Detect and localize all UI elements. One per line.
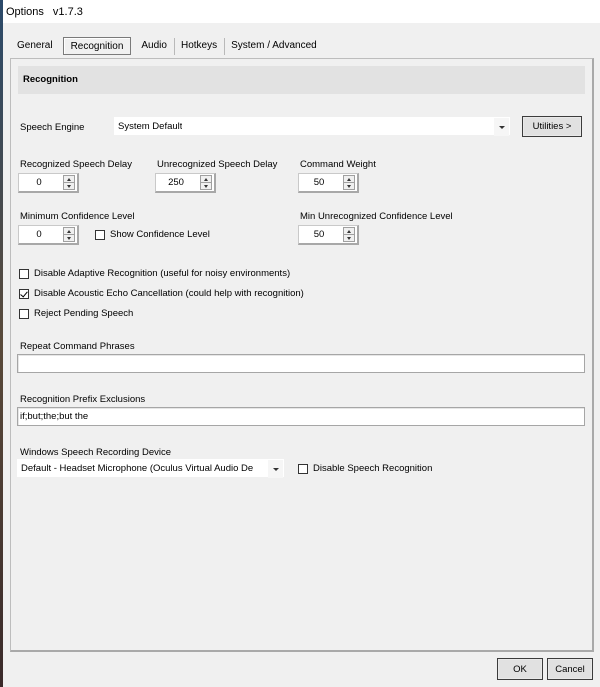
disable-speech-recognition-label: Disable Speech Recognition [313,463,433,474]
unrecognized-speech-delay-value[interactable]: 250 [156,174,196,191]
spin-up-icon[interactable] [64,228,74,235]
minimum-confidence-level-spinner[interactable]: 0 [18,225,79,245]
spin-down-icon[interactable] [201,183,211,190]
window-version: v1.7.3 [52,5,83,18]
recording-device-label: Windows Speech Recording Device [20,447,172,458]
recognition-prefix-exclusions-input[interactable]: if;but;the;but the [17,407,585,426]
tab-system-advanced[interactable]: System / Advanced [224,37,324,55]
checkbox-icon[interactable] [19,308,29,319]
show-confidence-level-label: Show Confidence Level [110,229,210,240]
checkbox-checked-icon[interactable] [19,288,29,299]
min-unrecognized-confidence-level-spinner[interactable]: 50 [298,225,359,245]
spin-up-icon[interactable] [64,176,74,183]
disable-adaptive-recognition-checkbox[interactable]: Disable Adaptive Recognition (useful for… [19,268,290,279]
recording-device-value: Default - Headset Microphone (Oculus Vir… [21,463,254,474]
recognized-speech-delay-spinner[interactable]: 0 [18,173,79,193]
tab-recognition[interactable]: Recognition [62,37,132,55]
chevron-down-icon[interactable] [268,460,283,478]
speech-engine-select[interactable]: System Default [114,117,510,136]
minimum-confidence-level-label: Minimum Confidence Level [20,211,135,222]
disable-adaptive-recognition-label: Disable Adaptive Recognition (useful for… [34,268,291,279]
spin-up-icon[interactable] [201,176,211,183]
spin-up-icon[interactable] [344,176,354,183]
tab-hotkeys[interactable]: Hotkeys [173,37,224,55]
recognized-speech-delay-value[interactable]: 0 [19,174,59,191]
minimum-confidence-level-value[interactable]: 0 [19,226,59,243]
command-weight-value[interactable]: 50 [299,174,339,191]
disable-acoustic-echo-cancellation-label: Disable Acoustic Echo Cancellation (coul… [34,288,304,299]
section-header: Recognition [18,66,585,94]
repeat-command-phrases-label: Repeat Command Phrases [20,341,135,352]
ok-button[interactable]: OK [497,658,543,680]
reject-pending-speech-label: Reject Pending Speech [34,308,134,319]
tab-general[interactable]: General [10,37,60,55]
command-weight-label: Command Weight [300,159,376,170]
reject-pending-speech-checkbox[interactable]: Reject Pending Speech [19,308,133,319]
checkbox-icon[interactable] [298,463,308,474]
spin-down-icon[interactable] [344,183,354,190]
unrecognized-speech-delay-spinner[interactable]: 250 [155,173,216,193]
unrecognized-speech-delay-label: Unrecognized Speech Delay [157,159,278,170]
utilities-button[interactable]: Utilities > [522,116,582,137]
command-weight-spinner[interactable]: 50 [298,173,359,193]
speech-engine-label: Speech Engine [20,122,85,133]
min-unrecognized-confidence-level-value[interactable]: 50 [299,226,339,243]
disable-speech-recognition-checkbox[interactable]: Disable Speech Recognition [298,463,432,474]
chevron-down-icon[interactable] [494,118,509,136]
title-bar: Options v1.7.3 [3,0,600,23]
recognition-prefix-exclusions-label: Recognition Prefix Exclusions [20,394,146,405]
spin-down-icon[interactable] [64,235,74,242]
window-title: Options [6,5,44,18]
disable-acoustic-echo-cancellation-checkbox[interactable]: Disable Acoustic Echo Cancellation (coul… [19,288,304,299]
cancel-button[interactable]: Cancel [547,658,593,680]
repeat-command-phrases-input[interactable] [17,354,585,373]
recognition-panel: Recognition Speech Engine System Default… [10,58,594,652]
speech-engine-value: System Default [118,121,183,132]
checkbox-icon[interactable] [19,268,29,279]
recording-device-select[interactable]: Default - Headset Microphone (Oculus Vir… [17,459,284,478]
tab-strip: General Recognition Audio Hotkeys System… [10,35,324,57]
checkbox-icon[interactable] [95,229,105,240]
options-dialog: General Recognition Audio Hotkeys System… [3,23,600,687]
show-confidence-level-checkbox[interactable]: Show Confidence Level [95,229,210,240]
spin-down-icon[interactable] [64,183,74,190]
min-unrecognized-confidence-level-label: Min Unrecognized Confidence Level [300,211,453,222]
spin-up-icon[interactable] [344,228,354,235]
spin-down-icon[interactable] [344,235,354,242]
recognized-speech-delay-label: Recognized Speech Delay [20,159,132,170]
tab-audio[interactable]: Audio [134,37,174,55]
